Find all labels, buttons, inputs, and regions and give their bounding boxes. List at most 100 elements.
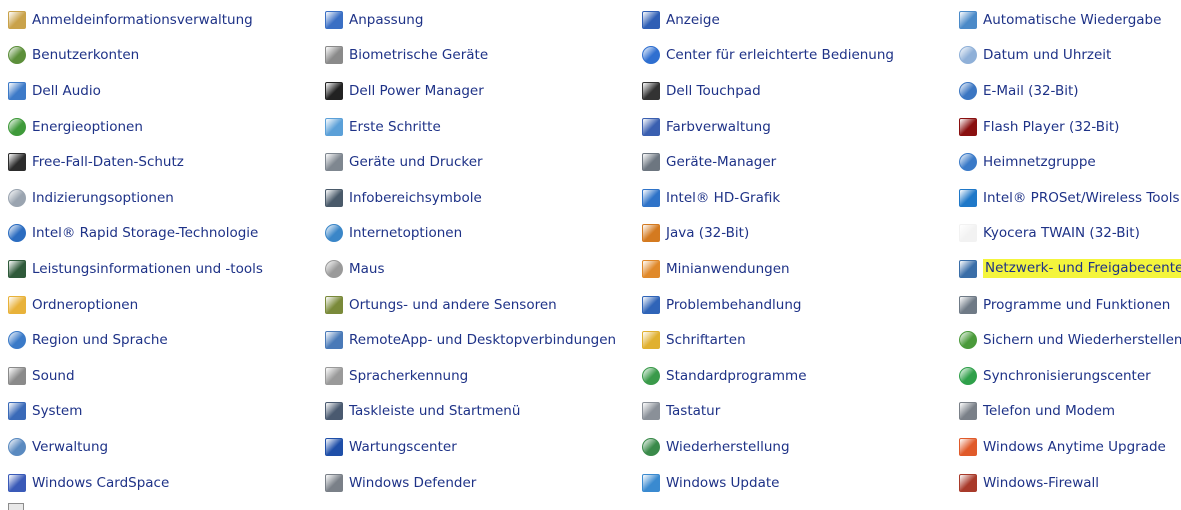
- control-panel-item-mouse[interactable]: Maus: [325, 251, 642, 287]
- control-panel-item-dell-power-manager[interactable]: Dell Power Manager: [325, 73, 642, 109]
- control-panel-item-internet-options[interactable]: Internetoptionen: [325, 216, 642, 252]
- item-label: Kyocera TWAIN (32-Bit): [983, 225, 1140, 242]
- control-panel-item-network-sharing[interactable]: Netzwerk- und Freigabecenter: [959, 251, 1181, 287]
- sound-icon: [8, 366, 26, 385]
- control-panel-item-system[interactable]: System: [8, 394, 325, 430]
- item-label: Sichern und Wiederherstellen: [983, 332, 1181, 349]
- item-label: Datum und Uhrzeit: [983, 47, 1112, 64]
- item-label: Geräte und Drucker: [349, 154, 483, 171]
- item-label: Infobereichsymbole: [349, 189, 482, 206]
- intel-graphics-icon: [642, 188, 660, 207]
- control-panel-item-default-programs[interactable]: Standardprogramme: [642, 358, 959, 394]
- control-panel-item-location-sensors[interactable]: Ortungs- und andere Sensoren: [325, 287, 642, 323]
- control-panel-item-java[interactable]: Java (32-Bit): [642, 216, 959, 252]
- recovery-icon: [642, 437, 660, 456]
- item-label: Biometrische Geräte: [349, 47, 489, 64]
- item-label: Dell Touchpad: [666, 82, 761, 99]
- control-panel-item-fonts[interactable]: Schriftarten: [642, 322, 959, 358]
- item-label: Sound: [32, 367, 75, 384]
- control-panel-item-performance[interactable]: Leistungsinformationen und -tools: [8, 251, 325, 287]
- control-panel-item-user-accounts[interactable]: Benutzerkonten: [8, 38, 325, 74]
- control-panel-item-backup-restore[interactable]: Sichern und Wiederherstellen: [959, 322, 1181, 358]
- item-label: Dell Audio: [32, 82, 101, 99]
- control-panel-item-troubleshooting[interactable]: Problembehandlung: [642, 287, 959, 323]
- control-panel-item-region-language[interactable]: Region und Sprache: [8, 322, 325, 358]
- control-panel-item-recovery[interactable]: Wiederherstellung: [642, 429, 959, 465]
- remoteapp-icon: [325, 331, 343, 350]
- control-panel-item-biometric-devices[interactable]: Biometrische Geräte: [325, 38, 642, 74]
- control-panel-item-indexing-options[interactable]: Indizierungsoptionen: [8, 180, 325, 216]
- free-fall-icon: [8, 153, 26, 172]
- control-panel-item-phone-modem[interactable]: Telefon und Modem: [959, 394, 1181, 430]
- item-label: Intel® Rapid Storage-Technologie: [32, 225, 259, 242]
- control-panel-item-windows-defender[interactable]: Windows Defender: [325, 465, 642, 501]
- credential-manager-icon: [8, 10, 26, 29]
- control-panel-item-autoplay[interactable]: Automatische Wiedergabe: [959, 2, 1181, 38]
- item-label: Tastatur: [666, 403, 721, 420]
- taskbar-icon: [325, 402, 343, 421]
- control-panel-item-kyocera-twain[interactable]: Kyocera TWAIN (32-Bit): [959, 216, 1181, 252]
- control-panel-item-anytime-upgrade[interactable]: Windows Anytime Upgrade: [959, 429, 1181, 465]
- dell-touchpad-icon: [642, 81, 660, 100]
- control-panel-item-device-manager[interactable]: Geräte-Manager: [642, 144, 959, 180]
- control-panel-item-speech-recognition[interactable]: Spracherkennung: [325, 358, 642, 394]
- item-label: Dell Power Manager: [349, 82, 484, 99]
- control-panel-item-dell-audio[interactable]: Dell Audio: [8, 73, 325, 109]
- control-panel-item-power-options[interactable]: Energieoptionen: [8, 109, 325, 145]
- user-accounts-icon: [8, 46, 26, 65]
- control-panel-item-intel-graphics[interactable]: Intel® HD-Grafik: [642, 180, 959, 216]
- control-panel-item-color-management[interactable]: Farbverwaltung: [642, 109, 959, 145]
- item-label: Benutzerkonten: [32, 47, 140, 64]
- control-panel-item-homegroup[interactable]: Heimnetzgruppe: [959, 144, 1181, 180]
- default-programs-icon: [642, 366, 660, 385]
- control-panel-item-action-center[interactable]: Wartungscenter: [325, 429, 642, 465]
- control-panel-item-display[interactable]: Anzeige: [642, 2, 959, 38]
- control-panel-item-getting-started[interactable]: Erste Schritte: [325, 109, 642, 145]
- control-panel-item-sound[interactable]: Sound: [8, 358, 325, 394]
- item-label: Verwaltung: [32, 438, 109, 455]
- control-panel-item-gadgets[interactable]: Minianwendungen: [642, 251, 959, 287]
- control-panel-item-email[interactable]: E-Mail (32-Bit): [959, 73, 1181, 109]
- control-panel-item-windows-update[interactable]: Windows Update: [642, 465, 959, 501]
- control-panel-item-taskbar[interactable]: Taskleiste und Startmenü: [325, 394, 642, 430]
- internet-options-icon: [325, 224, 343, 243]
- control-panel-item-remoteapp[interactable]: RemoteApp- und Desktopverbindungen: [325, 322, 642, 358]
- control-panel-item-dell-touchpad[interactable]: Dell Touchpad: [642, 73, 959, 109]
- control-panel-items-grid: Anmeldeinformationsverwaltung Anpassung An…: [8, 2, 1181, 500]
- item-label: Netzwerk- und Freigabecenter: [983, 259, 1181, 279]
- control-panel-item-free-fall[interactable]: Free-Fall-Daten-Schutz: [8, 144, 325, 180]
- personalization-icon: [325, 10, 343, 29]
- keyboard-icon: [642, 402, 660, 421]
- item-label: RemoteApp- und Desktopverbindungen: [349, 332, 617, 349]
- control-panel-item-flash-player[interactable]: Flash Player (32-Bit): [959, 109, 1181, 145]
- indexing-options-icon: [8, 188, 26, 207]
- phone-modem-icon: [959, 402, 977, 421]
- power-options-icon: [8, 117, 26, 136]
- control-panel-item-intel-wireless[interactable]: Intel® PROSet/Wireless Tools: [959, 180, 1181, 216]
- flash-player-icon: [959, 117, 977, 136]
- control-panel-item-notification-icons[interactable]: Infobereichsymbole: [325, 180, 642, 216]
- control-panel-item-sync-center[interactable]: Synchronisierungscenter: [959, 358, 1181, 394]
- control-panel-item-intel-rapid-storage[interactable]: Intel® Rapid Storage-Technologie: [8, 216, 325, 252]
- control-panel-item-keyboard[interactable]: Tastatur: [642, 394, 959, 430]
- control-panel-item-cardspace[interactable]: Windows CardSpace: [8, 465, 325, 501]
- control-panel-item-administrative-tools[interactable]: Verwaltung: [8, 429, 325, 465]
- control-panel-item-date-time[interactable]: Datum und Uhrzeit: [959, 38, 1181, 74]
- gadgets-icon: [642, 259, 660, 278]
- control-panel-item-personalization[interactable]: Anpassung: [325, 2, 642, 38]
- control-panel-item-windows-firewall[interactable]: Windows-Firewall: [959, 465, 1181, 501]
- item-label: Automatische Wiedergabe: [983, 11, 1162, 28]
- control-panel-item-programs-features[interactable]: Programme und Funktionen: [959, 287, 1181, 323]
- anytime-upgrade-icon: [959, 437, 977, 456]
- item-label: Maus: [349, 260, 385, 277]
- item-label: Intel® HD-Grafik: [666, 189, 781, 206]
- system-icon: [8, 402, 26, 421]
- control-panel-item-credential-manager[interactable]: Anmeldeinformationsverwaltung: [8, 2, 325, 38]
- control-panel-item-devices-printers[interactable]: Geräte und Drucker: [325, 144, 642, 180]
- item-label: Spracherkennung: [349, 367, 469, 384]
- item-label: Wartungscenter: [349, 438, 457, 455]
- control-panel-item-ease-of-access[interactable]: Center für erleichterte Bedienung: [642, 38, 959, 74]
- control-panel-item-folder-options[interactable]: Ordneroptionen: [8, 287, 325, 323]
- item-label: Farbverwaltung: [666, 118, 771, 135]
- backup-restore-icon: [959, 331, 977, 350]
